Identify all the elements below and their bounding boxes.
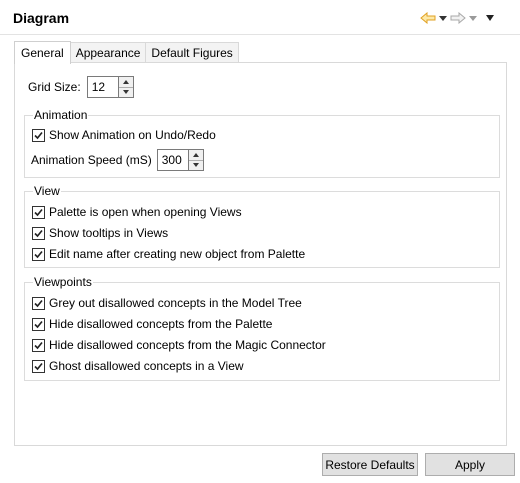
checkmark-icon xyxy=(34,250,43,258)
increment-button[interactable] xyxy=(188,150,203,161)
animation-group-title: Animation xyxy=(33,108,89,122)
ghost-concepts-option[interactable]: Ghost disallowed concepts in a View xyxy=(32,358,244,374)
checkbox[interactable] xyxy=(32,205,45,219)
show-tooltips-label: Show tooltips in Views xyxy=(49,226,169,240)
checkmark-icon xyxy=(34,320,43,328)
checkbox[interactable] xyxy=(32,296,45,310)
palette-open-label: Palette is open when opening Views xyxy=(49,205,242,219)
animation-speed-label: Animation Speed (mS) xyxy=(31,153,152,167)
forward-arrow-icon xyxy=(450,12,466,24)
checkmark-icon xyxy=(34,131,43,139)
ghost-concepts-label: Ghost disallowed concepts in a View xyxy=(49,359,244,373)
view-menu-button[interactable] xyxy=(482,9,498,27)
grid-size-spinner: 12 xyxy=(86,76,134,98)
preference-page: Diagram General Appearance Default Figur… xyxy=(0,0,520,483)
checkmark-icon xyxy=(34,229,43,237)
animation-speed-stepper xyxy=(187,149,204,171)
animation-speed-input[interactable]: 300 xyxy=(156,149,188,171)
checkbox[interactable] xyxy=(32,226,45,240)
edit-name-label: Edit name after creating new object from… xyxy=(49,247,306,261)
checkmark-icon xyxy=(34,362,43,370)
tab-panel-general: Grid Size: 12 Animation Show Animation o… xyxy=(14,62,507,446)
increment-button[interactable] xyxy=(118,77,133,88)
chevron-down-icon xyxy=(439,15,447,21)
animation-speed-spinner: 300 xyxy=(156,149,204,171)
view-group: View Palette is open when opening Views … xyxy=(24,184,500,268)
hide-palette-label: Hide disallowed concepts from the Palett… xyxy=(49,317,273,331)
grid-size-label: Grid Size: xyxy=(28,80,81,94)
tab-default-figures[interactable]: Default Figures xyxy=(145,42,239,63)
arrow-up-icon xyxy=(192,152,199,157)
animation-speed-row: Animation Speed (mS) 300 xyxy=(31,149,204,171)
checkbox[interactable] xyxy=(32,247,45,261)
view-group-title: View xyxy=(33,184,61,198)
back-arrow-icon xyxy=(420,12,436,24)
show-animation-label: Show Animation on Undo/Redo xyxy=(49,128,216,142)
tab-appearance[interactable]: Appearance xyxy=(69,42,147,63)
back-button[interactable] xyxy=(418,9,438,27)
back-history-dropdown[interactable] xyxy=(438,9,448,27)
forward-history-dropdown[interactable] xyxy=(468,9,478,27)
grid-size-row: Grid Size: 12 xyxy=(28,76,134,98)
show-animation-option[interactable]: Show Animation on Undo/Redo xyxy=(32,127,216,143)
checkmark-icon xyxy=(34,208,43,216)
title-separator xyxy=(0,34,520,35)
forward-button[interactable] xyxy=(448,9,468,27)
checkbox[interactable] xyxy=(32,317,45,331)
palette-open-option[interactable]: Palette is open when opening Views xyxy=(32,204,242,220)
animation-group: Animation Show Animation on Undo/Redo An… xyxy=(24,108,500,178)
page-navigation xyxy=(418,9,498,27)
chevron-down-icon xyxy=(469,15,477,21)
checkmark-icon xyxy=(34,341,43,349)
checkbox[interactable] xyxy=(32,128,45,142)
hide-palette-option[interactable]: Hide disallowed concepts from the Palett… xyxy=(32,316,272,332)
view-menu-icon xyxy=(486,15,494,21)
grid-size-stepper xyxy=(117,76,134,98)
decrement-button[interactable] xyxy=(188,160,203,170)
tab-general[interactable]: General xyxy=(14,41,71,64)
grid-size-input[interactable]: 12 xyxy=(86,76,118,98)
checkbox[interactable] xyxy=(32,338,45,352)
grey-out-option[interactable]: Grey out disallowed concepts in the Mode… xyxy=(32,295,302,311)
restore-defaults-button[interactable]: Restore Defaults xyxy=(322,453,418,476)
viewpoints-group: Viewpoints Grey out disallowed concepts … xyxy=(24,275,500,381)
checkbox[interactable] xyxy=(32,359,45,373)
decrement-button[interactable] xyxy=(118,87,133,97)
arrow-up-icon xyxy=(122,79,129,84)
arrow-down-icon xyxy=(192,163,199,168)
show-tooltips-option[interactable]: Show tooltips in Views xyxy=(32,225,168,241)
viewpoints-group-title: Viewpoints xyxy=(33,275,93,289)
page-title: Diagram xyxy=(13,10,70,26)
edit-name-option[interactable]: Edit name after creating new object from… xyxy=(32,246,305,262)
arrow-down-icon xyxy=(122,90,129,95)
tab-bar: General Appearance Default Figures xyxy=(14,41,239,64)
hide-magic-connector-option[interactable]: Hide disallowed concepts from the Magic … xyxy=(32,337,326,353)
checkmark-icon xyxy=(34,299,43,307)
hide-magic-connector-label: Hide disallowed concepts from the Magic … xyxy=(49,338,326,352)
apply-button[interactable]: Apply xyxy=(425,453,515,476)
grey-out-label: Grey out disallowed concepts in the Mode… xyxy=(49,296,302,310)
